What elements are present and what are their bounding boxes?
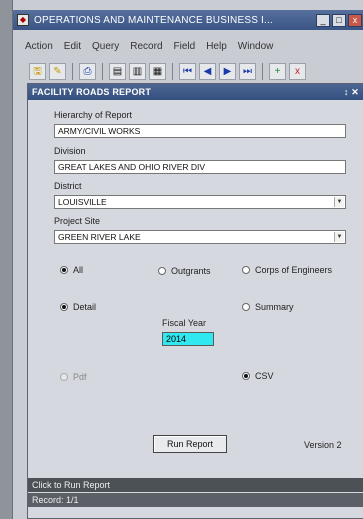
radio-all[interactable]: All bbox=[60, 265, 83, 275]
window-title: OPERATIONS AND MAINTENANCE BUSINESS I... bbox=[34, 14, 273, 26]
menu-window[interactable]: Window bbox=[238, 41, 274, 52]
project-value: GREEN RIVER LAKE bbox=[58, 232, 141, 242]
insert-record-icon[interactable]: + bbox=[269, 62, 286, 80]
radio-outgrants-label: Outgrants bbox=[171, 266, 211, 276]
radio-corps[interactable]: Corps of Engineers bbox=[242, 265, 332, 275]
menu-help[interactable]: Help bbox=[206, 41, 227, 52]
menu-edit[interactable]: Edit bbox=[64, 41, 81, 52]
close-button[interactable]: x bbox=[348, 13, 362, 27]
toolbar-divider bbox=[102, 62, 103, 80]
radio-csv[interactable]: CSV bbox=[242, 371, 274, 381]
version-label: Version 2 bbox=[304, 440, 342, 450]
radio-detail-label: Detail bbox=[73, 302, 97, 312]
radio-corps-dot[interactable] bbox=[242, 266, 250, 274]
radio-summary-label: Summary bbox=[255, 302, 294, 312]
menubar: Action Edit Query Record Field Help Wind… bbox=[13, 38, 363, 54]
project-label: Project Site bbox=[54, 216, 101, 226]
save-icon[interactable]: 🖫 bbox=[29, 62, 46, 80]
open-icon[interactable]: ✎ bbox=[49, 62, 66, 80]
radio-corps-label: Corps of Engineers bbox=[255, 265, 333, 275]
copy-icon[interactable]: ▤ bbox=[109, 62, 126, 80]
hierarchy-field[interactable]: ARMY/CIVIL WORKS bbox=[54, 124, 346, 138]
radio-csv-dot[interactable] bbox=[242, 372, 250, 380]
panel-title: FACILITY ROADS REPORT bbox=[32, 87, 152, 97]
fiscal-year-input[interactable]: 2014 bbox=[162, 332, 214, 346]
menu-field[interactable]: Field bbox=[174, 41, 196, 52]
delete-record-icon[interactable]: x bbox=[289, 62, 306, 80]
menu-query[interactable]: Query bbox=[92, 41, 119, 52]
radio-outgrants-dot[interactable] bbox=[158, 267, 166, 275]
menu-action[interactable]: Action bbox=[25, 41, 53, 52]
radio-pdf-label: Pdf bbox=[73, 372, 87, 382]
radio-all-dot[interactable] bbox=[60, 266, 68, 274]
minimize-button[interactable]: _ bbox=[316, 13, 330, 27]
status-record: Record: 1/1 bbox=[28, 493, 363, 507]
project-select[interactable]: GREEN RIVER LAKE ▼ bbox=[54, 230, 346, 244]
radio-summary[interactable]: Summary bbox=[242, 302, 294, 312]
radio-pdf-dot[interactable] bbox=[60, 373, 68, 381]
panel-titlebar: FACILITY ROADS REPORT ↕ ✕ bbox=[28, 84, 363, 100]
toolbar-divider bbox=[172, 62, 173, 80]
first-record-icon[interactable]: ⏮ bbox=[179, 62, 196, 80]
toolbar-divider bbox=[72, 62, 73, 80]
app-icon: ◆ bbox=[17, 14, 29, 26]
district-select[interactable]: LOUISVILLE ▼ bbox=[54, 195, 346, 209]
report-panel: FACILITY ROADS REPORT ↕ ✕ Hierarchy of R… bbox=[27, 83, 363, 519]
cut-icon[interactable]: ▥ bbox=[129, 62, 146, 80]
district-label: District bbox=[54, 181, 82, 191]
prev-record-icon[interactable]: ◀ bbox=[199, 62, 216, 80]
report-form: Hierarchy of Report ARMY/CIVIL WORKS Div… bbox=[28, 100, 363, 478]
window-titlebar: ◆ OPERATIONS AND MAINTENANCE BUSINESS I.… bbox=[13, 10, 363, 30]
radio-detail-dot[interactable] bbox=[60, 303, 68, 311]
run-report-button[interactable]: Run Report bbox=[153, 435, 227, 453]
next-record-icon[interactable]: ▶ bbox=[219, 62, 236, 80]
maximize-button[interactable]: □ bbox=[332, 13, 346, 27]
panel-controls[interactable]: ↕ ✕ bbox=[344, 87, 359, 98]
radio-summary-dot[interactable] bbox=[242, 303, 250, 311]
radio-all-label: All bbox=[73, 265, 84, 275]
radio-pdf[interactable]: Pdf bbox=[60, 372, 87, 382]
print-icon[interactable]: ⎙ bbox=[79, 62, 96, 80]
chevron-down-icon[interactable]: ▼ bbox=[334, 197, 344, 207]
app-window: ◆ OPERATIONS AND MAINTENANCE BUSINESS I.… bbox=[12, 0, 363, 519]
chevron-down-icon[interactable]: ▼ bbox=[334, 232, 344, 242]
toolbar: 🖫 ✎ ⎙ ▤ ▥ ▦ ⏮ ◀ ▶ ⏭ + x bbox=[21, 60, 363, 82]
last-record-icon[interactable]: ⏭ bbox=[239, 62, 256, 80]
paste-icon[interactable]: ▦ bbox=[149, 62, 166, 80]
radio-csv-label: CSV bbox=[255, 371, 274, 381]
radio-outgrants[interactable]: Outgrants bbox=[158, 266, 211, 276]
fiscal-year-label: Fiscal Year bbox=[162, 318, 207, 328]
menu-record[interactable]: Record bbox=[130, 41, 162, 52]
status-message: Click to Run Report bbox=[28, 478, 363, 492]
radio-detail[interactable]: Detail bbox=[60, 302, 96, 312]
division-field[interactable]: GREAT LAKES AND OHIO RIVER DIV bbox=[54, 160, 346, 174]
district-value: LOUISVILLE bbox=[58, 197, 107, 207]
division-label: Division bbox=[54, 146, 86, 156]
hierarchy-label: Hierarchy of Report bbox=[54, 110, 133, 120]
toolbar-divider bbox=[262, 62, 263, 80]
